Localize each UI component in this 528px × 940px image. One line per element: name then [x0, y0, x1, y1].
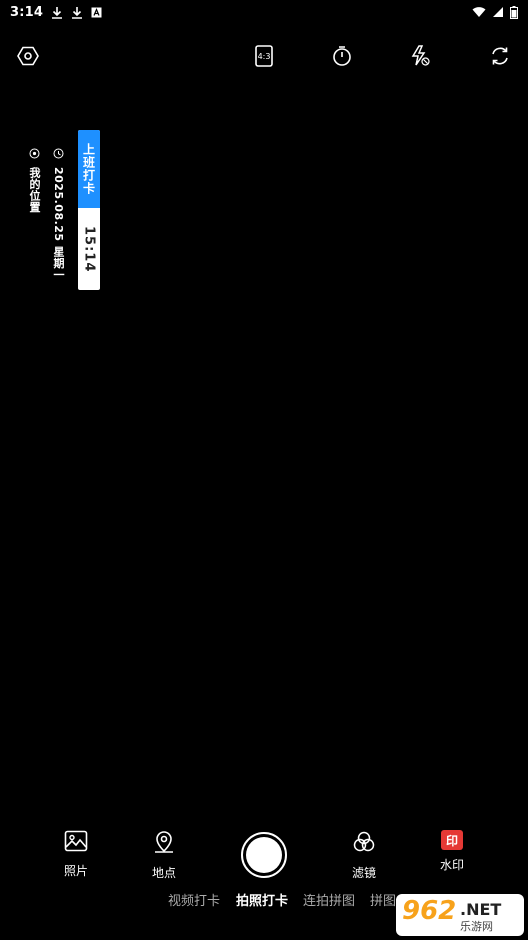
signal-icon [492, 6, 504, 18]
shutter-button[interactable] [241, 832, 287, 878]
image-icon [64, 830, 88, 856]
mode-burst-collage[interactable]: 连拍拼图 [303, 890, 355, 909]
watermark-location: 我的位置 [28, 167, 41, 213]
location-label: 地点 [151, 866, 176, 880]
filter-label: 滤镜 [351, 866, 376, 880]
site-watermark-logo: 962 .NET 乐游网 [396, 894, 524, 936]
status-time: 3:14 [10, 4, 44, 20]
battery-icon [510, 5, 518, 19]
aspect-ratio-icon[interactable]: 4:3 [248, 40, 280, 72]
map-pin-icon [152, 830, 176, 858]
text-a-icon [91, 7, 102, 18]
watermark-date: 2025.08.25 星期一 [52, 167, 65, 281]
checkin-watermark[interactable]: 上班打卡 15:14 2025.08.25 星期一 我的位置 [20, 130, 100, 290]
watermark-time-box: 15:14 [78, 208, 100, 290]
watermark-badge-icon: 印 [441, 830, 463, 850]
mode-photo-checkin[interactable]: 拍照打卡 [236, 890, 288, 909]
flash-auto-off-icon[interactable] [404, 40, 436, 72]
download-icon [51, 6, 63, 19]
filter-circles-icon [352, 830, 376, 858]
logo-site-name: 乐游网 [460, 920, 493, 933]
watermark-button[interactable]: 印 水印 [422, 830, 482, 873]
clock-icon [53, 144, 64, 163]
camera-bottom-bar: 照片 地点 滤镜 印 水印 [0, 820, 528, 890]
location-button[interactable]: 地点 [134, 830, 194, 881]
shutter-inner [246, 837, 282, 873]
logo-suffix: .NET [460, 900, 502, 919]
mode-video-checkin[interactable]: 视频打卡 [168, 890, 220, 909]
settings-hex-icon[interactable] [12, 40, 44, 72]
download-icon [71, 6, 83, 19]
photos-label: 照片 [63, 864, 88, 878]
watermark-label: 水印 [439, 858, 464, 872]
watermark-location-row: 我的位置 [26, 144, 42, 213]
watermark-title: 上班打卡 [81, 143, 96, 195]
watermark-time: 15:14 [81, 225, 97, 273]
photos-button[interactable]: 照片 [46, 830, 106, 879]
switch-camera-icon[interactable] [484, 40, 516, 72]
logo-number: 962 [402, 896, 457, 926]
location-pin-icon [29, 144, 40, 163]
mode-collage[interactable]: 拼图 [370, 890, 396, 909]
watermark-header: 上班打卡 [78, 130, 100, 208]
watermark-card: 上班打卡 15:14 [78, 130, 100, 290]
aspect-ratio-label: 4:3 [257, 51, 271, 61]
filter-button[interactable]: 滤镜 [334, 830, 394, 881]
camera-top-bar: 4:3 [0, 40, 528, 72]
watermark-date-row: 2025.08.25 星期一 [50, 144, 66, 280]
timer-icon[interactable] [326, 40, 358, 72]
status-bar: 3:14 [0, 0, 528, 24]
wifi-icon [472, 6, 486, 18]
